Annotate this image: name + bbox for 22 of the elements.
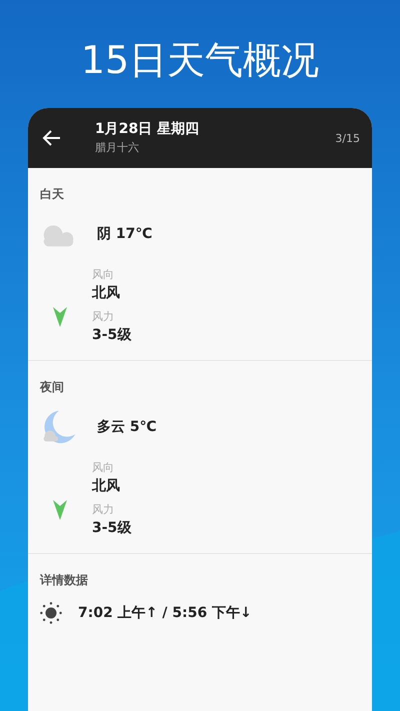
wind-direction: 北风 [92, 477, 121, 496]
wind-direction-label: 风向 [92, 461, 115, 475]
back-arrow-icon[interactable] [42, 128, 62, 148]
wind-force-label: 风力 [92, 310, 115, 324]
section-label: 夜间 [40, 379, 65, 395]
wind-force: 3-5级 [92, 519, 132, 538]
wind-force: 3-5级 [92, 326, 132, 345]
wind-direction: 北风 [92, 284, 121, 303]
weather-condition: 多云 5℃ [97, 418, 157, 436]
section-label: 详情数据 [40, 572, 89, 588]
wind-arrow-icon [53, 307, 67, 327]
lunar-date: 腊月十六 [95, 140, 140, 156]
sunrise-sunset-times: 7:02 上午↑ / 5:56 下午↓ [78, 604, 252, 622]
weather-condition: 阴 17℃ [97, 225, 152, 243]
wind-direction-label: 风向 [92, 268, 115, 282]
page-counter: 3/15 [335, 132, 360, 144]
date-title: 1月28日 星期四 [95, 120, 200, 139]
wind-force-label: 风力 [92, 503, 115, 517]
wind-arrow-icon [53, 500, 67, 520]
sun-icon [40, 602, 62, 624]
page-title: 15日天气概况 [80, 37, 320, 84]
section-label: 白天 [40, 186, 65, 202]
